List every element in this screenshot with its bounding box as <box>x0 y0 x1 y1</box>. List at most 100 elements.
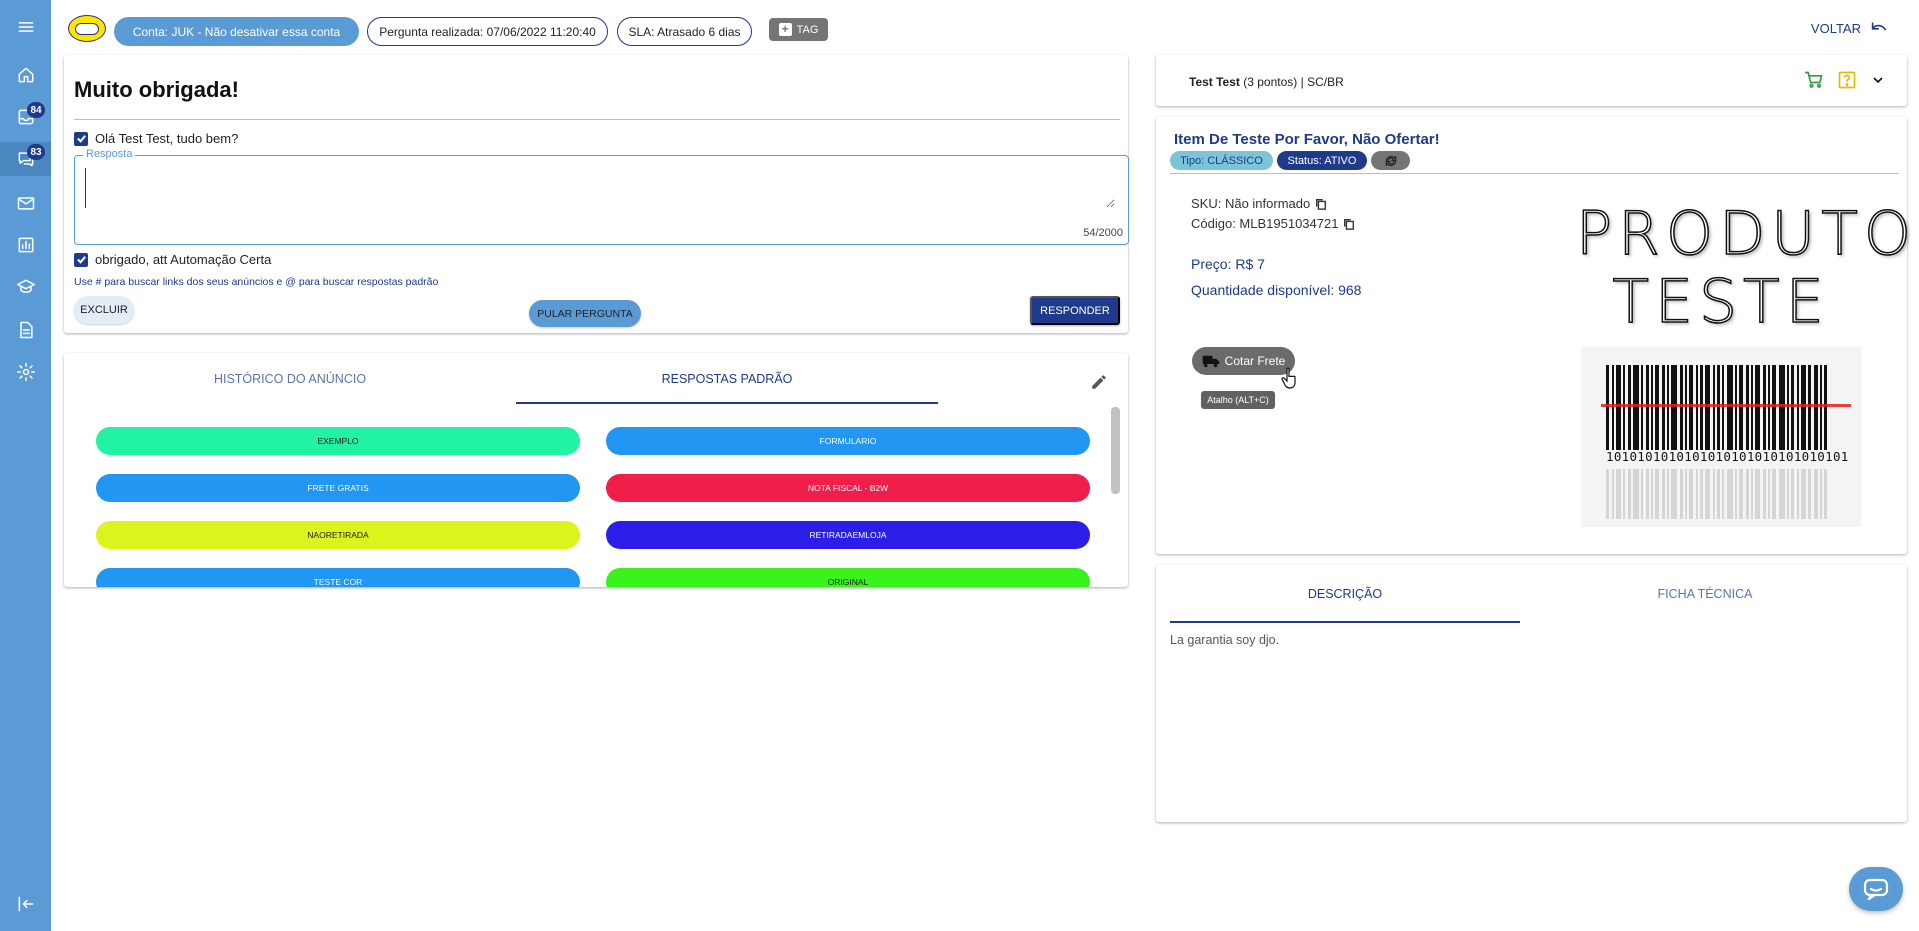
barcode-reflection <box>1705 469 1710 519</box>
chart-icon[interactable] <box>0 228 51 262</box>
copy-icon[interactable] <box>1343 218 1355 230</box>
code-text: Código: MLB1951034721 <box>1191 216 1339 231</box>
barcode-bar <box>1662 365 1665 450</box>
barcode-bar <box>1820 365 1822 450</box>
signature-label: obrigado, att Automação Certa <box>95 252 272 267</box>
standard-response-button[interactable]: FORMULARIO <box>606 427 1090 455</box>
barcode-reflection <box>1646 469 1649 519</box>
freight-label: Cotar Frete <box>1224 354 1286 368</box>
barcode-bar <box>1696 365 1698 450</box>
barcode-reflection <box>1791 469 1794 519</box>
barcode-reflection <box>1633 469 1639 519</box>
responses-card: HISTÓRICO DO ANÚNCIO RESPOSTAS PADRÃO EX… <box>64 353 1128 587</box>
barcode-reflection <box>1755 469 1760 519</box>
barcode-bar <box>1755 365 1760 450</box>
quote-freight-button[interactable]: Cotar Frete <box>1192 347 1295 375</box>
barcode-image: 1010101010101010101010101010101 <box>1581 347 1861 527</box>
barcode-reflection <box>1671 469 1677 519</box>
barcode-reflection <box>1801 469 1806 519</box>
document-icon[interactable] <box>0 313 51 347</box>
gear-icon[interactable] <box>0 355 51 389</box>
response-field[interactable]: Resposta 54/2000 <box>74 148 1129 245</box>
barcode-reflection <box>1667 469 1669 519</box>
add-tag-button[interactable]: + TAG <box>769 18 828 41</box>
standard-response-button[interactable]: TESTE COR <box>96 568 580 587</box>
skip-question-button[interactable]: PULAR PERGUNTA <box>529 300 641 327</box>
tab-description[interactable]: DESCRIÇÃO <box>1170 565 1520 623</box>
customer-points: (3 pontos) | SC/BR <box>1243 75 1344 89</box>
barcode-bar <box>1612 365 1614 450</box>
sku-text: SKU: Não informado <box>1191 196 1311 211</box>
barcode-bars <box>1601 365 1851 519</box>
barcode-bar <box>1685 365 1687 450</box>
barcode-reflection <box>1787 469 1789 519</box>
product-image-text-line2: TESTE <box>1612 266 1830 338</box>
graduation-icon[interactable] <box>0 270 51 304</box>
response-textarea[interactable] <box>85 168 1115 208</box>
tab-standard-responses[interactable]: RESPOSTAS PADRÃO <box>516 353 938 404</box>
barcode-bar <box>1779 365 1785 450</box>
undo-icon <box>1871 22 1887 31</box>
divider <box>74 119 1120 120</box>
scrollbar[interactable] <box>1111 407 1120 494</box>
delete-button[interactable]: EXCLUIR <box>74 296 134 324</box>
mercadolivre-logo <box>68 15 106 42</box>
inbox-badge: 84 <box>27 102 45 118</box>
standard-response-button[interactable]: ORIGINAL <box>606 568 1090 587</box>
code-row: Código: MLB1951034721 <box>1191 216 1355 231</box>
sidebar-item-inbox[interactable]: 84 <box>0 100 51 134</box>
barcode-bar <box>1705 365 1710 450</box>
search-hint: Use # para buscar links dos seus anúncio… <box>74 276 439 288</box>
standard-response-button[interactable]: RETIRADAEMLOJA <box>606 521 1090 549</box>
cart-icon[interactable] <box>1804 70 1824 90</box>
sidebar-item-questions[interactable]: 83 <box>0 142 51 176</box>
product-image-text-line1: PRODUTO <box>1575 198 1918 270</box>
standard-response-button[interactable]: EXEMPLO <box>96 427 580 455</box>
menu-icon[interactable] <box>0 10 51 44</box>
barcode-bar <box>1713 365 1715 450</box>
standard-response-button[interactable]: NOTA FISCAL - B2W <box>606 474 1090 502</box>
barcode-bar <box>1667 365 1669 450</box>
tag-label: TAG <box>796 23 819 36</box>
barcode-bar <box>1717 365 1720 450</box>
plus-icon: + <box>778 23 792 36</box>
active-tab-indicator <box>516 402 938 404</box>
tab-history[interactable]: HISTÓRICO DO ANÚNCIO <box>64 353 516 404</box>
chat-widget-button[interactable] <box>1849 867 1903 911</box>
back-button[interactable]: VOLTAR <box>1811 20 1889 36</box>
product-type-chip: Tipo: CLÁSSICO <box>1170 151 1273 170</box>
barcode-reflection <box>1616 469 1621 519</box>
mail-icon[interactable] <box>0 186 51 220</box>
standard-response-button[interactable]: FRETE GRATIS <box>96 474 580 502</box>
sku-row: SKU: Não informado <box>1191 196 1327 211</box>
barcode-bar <box>1700 365 1703 450</box>
barcode-bar <box>1763 365 1766 450</box>
account-chip[interactable]: Conta: JUK - Não desativar essa conta <box>114 17 359 46</box>
barcode-bar <box>1655 365 1659 450</box>
active-tab-indicator <box>1170 621 1520 623</box>
barcode-bar <box>1772 365 1776 450</box>
edit-pencil-icon[interactable] <box>1090 373 1108 391</box>
barcode-bar <box>1808 365 1811 450</box>
copy-icon[interactable] <box>1315 198 1327 210</box>
barcode-bar <box>1722 365 1724 450</box>
logout-icon[interactable] <box>0 887 51 921</box>
product-title[interactable]: Item De Teste Por Favor, Não Ofertar! <box>1174 131 1440 148</box>
questions-badge: 83 <box>27 144 45 160</box>
reply-button[interactable]: RESPONDER <box>1030 296 1120 325</box>
tab-technical-sheet[interactable]: FICHA TÉCNICA <box>1520 565 1890 623</box>
home-icon[interactable] <box>0 58 51 92</box>
question-help-icon[interactable] <box>1837 70 1857 90</box>
hand-cursor-icon <box>1281 367 1296 389</box>
chevron-down-icon[interactable] <box>1870 72 1886 88</box>
barcode-reflection <box>1696 469 1698 519</box>
description-card: DESCRIÇÃO FICHA TÉCNICA La garantia soy … <box>1156 565 1907 822</box>
signature-checkbox[interactable]: obrigado, att Automação Certa <box>74 252 271 267</box>
barcode-bar <box>1814 365 1818 450</box>
standard-response-button[interactable]: NAORETIRADA <box>96 521 580 549</box>
barcode-reflection <box>1797 469 1799 519</box>
description-text: La garantia soy djo. <box>1170 633 1280 647</box>
barcode-bar <box>1689 365 1693 450</box>
sync-button[interactable] <box>1371 151 1410 170</box>
greeting-checkbox[interactable]: Olá Test Test, tudo bem? <box>74 131 238 146</box>
